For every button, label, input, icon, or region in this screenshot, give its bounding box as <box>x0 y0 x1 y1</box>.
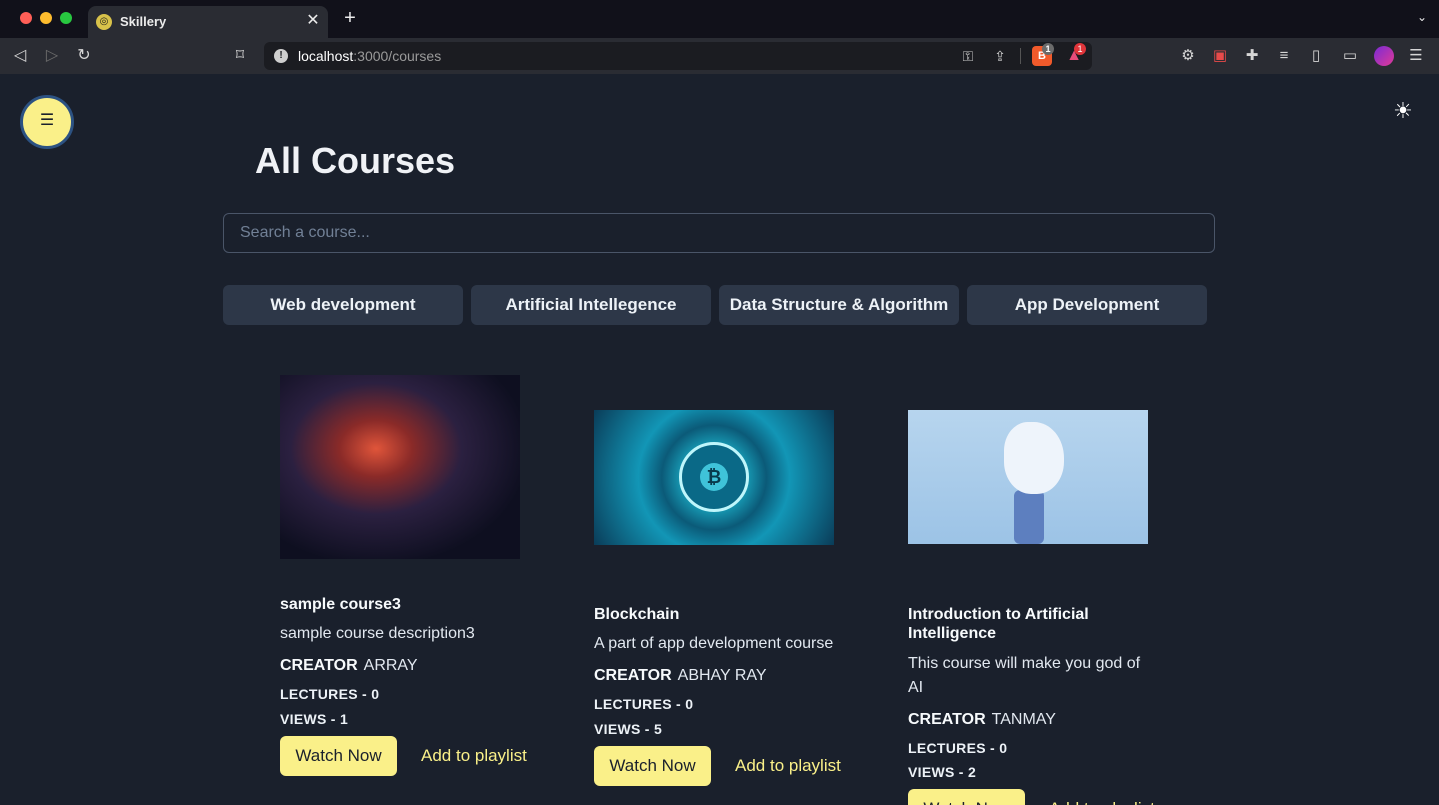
creator-label: CREATOR <box>594 667 672 684</box>
puzzle-extensions-icon[interactable]: ✚ <box>1242 46 1262 66</box>
course-description: sample course description3 <box>280 625 475 642</box>
url-separator <box>1020 48 1021 64</box>
creator-name: TANMAY <box>991 711 1056 728</box>
forward-icon[interactable]: ▷ <box>42 46 62 66</box>
lectures-count: LECTURES - 0 <box>908 740 1008 756</box>
minimize-window-button[interactable] <box>40 12 52 24</box>
views-count: VIEWS - 2 <box>908 764 977 780</box>
course-title: sample course3 <box>280 596 401 613</box>
reload-icon[interactable]: ↻ <box>74 46 94 66</box>
course-description: This course will make you god of AI <box>908 655 1141 696</box>
course-thumbnail <box>908 410 1148 544</box>
address-bar[interactable]: ! localhost:3000/courses ⚿ ⇪ B 1 ▲ 1 <box>264 42 1092 70</box>
wallet-icon[interactable]: ▭ <box>1340 46 1360 66</box>
tab-list-chevron-icon[interactable]: ⌄ <box>1417 10 1427 24</box>
brave-shields-icon[interactable]: B 1 <box>1032 43 1054 66</box>
profile-avatar[interactable] <box>1374 46 1394 66</box>
site-info-icon[interactable]: ! <box>274 49 288 63</box>
watch-now-button[interactable]: Watch Now <box>280 736 397 776</box>
creator-label: CREATOR <box>908 711 986 728</box>
browser-tab-bar: ◎ Skillery ✕ + ⌄ <box>0 0 1439 38</box>
course-creator: CREATOR ABHAY RAY <box>594 666 767 686</box>
robot-head-illustration <box>1004 422 1064 494</box>
close-window-button[interactable] <box>20 12 32 24</box>
favicon-icon: ◎ <box>96 14 112 30</box>
lectures-count: LECTURES - 0 <box>594 696 694 712</box>
maximize-window-button[interactable] <box>60 12 72 24</box>
creator-label: CREATOR <box>280 657 358 674</box>
category-artificial-intelligence[interactable]: Artificial Intellegence <box>471 285 711 325</box>
extension-icon[interactable]: ▣ <box>1210 46 1230 66</box>
back-icon[interactable]: ◁ <box>10 46 30 66</box>
views-count: VIEWS - 1 <box>280 711 349 727</box>
watch-now-button[interactable]: Watch Now <box>594 746 711 786</box>
course-thumbnail: ₿ <box>594 410 834 545</box>
category-dsa[interactable]: Data Structure & Algorithm <box>719 285 959 325</box>
course-creator: CREATOR TANMAY <box>908 710 1056 730</box>
rewards-badge: 1 <box>1074 43 1086 55</box>
add-to-playlist-button[interactable]: Add to playlist <box>421 736 527 776</box>
key-icon[interactable]: ⚿ <box>958 46 978 66</box>
brave-rewards-icon[interactable]: ▲ 1 <box>1064 43 1086 66</box>
url-path: :3000/courses <box>353 48 442 64</box>
watch-now-button[interactable]: Watch Now <box>908 789 1025 805</box>
new-tab-button[interactable]: + <box>340 8 360 28</box>
category-web-development[interactable]: Web development <box>223 285 463 325</box>
browser-menu-icon[interactable]: ☰ <box>1406 46 1426 66</box>
creator-name: ARRAY <box>363 657 418 674</box>
add-to-playlist-button[interactable]: Add to playlist <box>1049 789 1155 805</box>
bookmark-icon[interactable]: ⌑ <box>230 46 250 66</box>
creator-name: ABHAY RAY <box>677 667 767 684</box>
course-description: A part of app development course <box>594 635 834 652</box>
menu-toggle-button[interactable]: ☰ <box>20 95 74 149</box>
add-to-playlist-button[interactable]: Add to playlist <box>735 746 841 786</box>
browser-tab[interactable]: ◎ Skillery ✕ <box>88 6 328 38</box>
url-text[interactable]: localhost:3000/courses <box>298 48 441 64</box>
share-icon[interactable]: ⇪ <box>990 46 1010 66</box>
bitcoin-symbol: ₿ <box>700 463 728 491</box>
course-title: Introduction to Artificial Intelligence <box>908 606 1089 642</box>
category-app-development[interactable]: App Development <box>967 285 1207 325</box>
theme-toggle-sun-icon[interactable]: ☀ <box>1390 98 1416 124</box>
settings-gear-icon[interactable]: ⚙ <box>1178 46 1198 66</box>
lectures-count: LECTURES - 0 <box>280 686 380 702</box>
course-title: Blockchain <box>594 606 680 623</box>
sidebar-icon[interactable]: ▯ <box>1306 46 1326 66</box>
views-count: VIEWS - 5 <box>594 721 663 737</box>
bitcoin-coin-icon: ₿ <box>679 442 749 512</box>
page-title: All Courses <box>255 140 456 181</box>
robot-body-illustration <box>1014 490 1044 544</box>
close-tab-icon[interactable]: ✕ <box>304 12 322 30</box>
shields-badge: 1 <box>1042 43 1054 55</box>
course-creator: CREATOR ARRAY <box>280 656 418 676</box>
browser-toolbar: ◁ ▷ ↻ ⌑ ! localhost:3000/courses ⚿ ⇪ B 1… <box>0 38 1439 74</box>
media-queue-icon[interactable]: ≡ <box>1274 46 1294 66</box>
course-thumbnail <box>280 375 520 559</box>
url-host: localhost <box>298 48 354 64</box>
tab-title: Skillery <box>120 14 167 29</box>
hamburger-icon: ☰ <box>39 112 55 129</box>
search-input[interactable] <box>223 213 1215 253</box>
